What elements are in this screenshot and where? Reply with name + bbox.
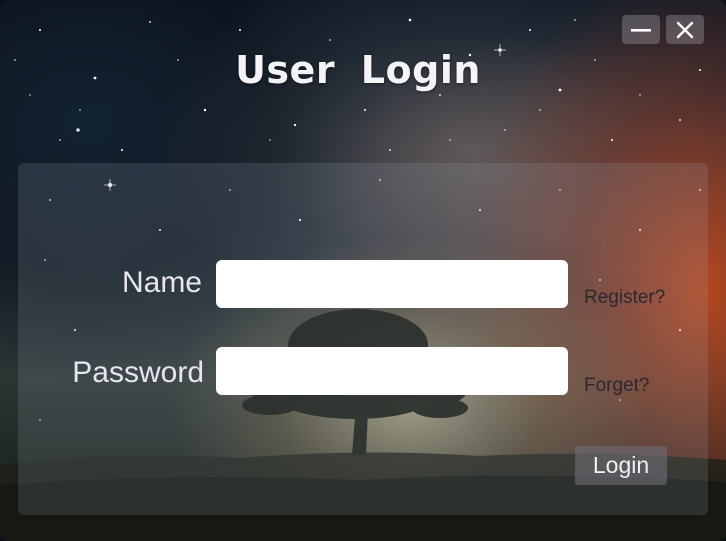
name-field[interactable] bbox=[216, 260, 568, 308]
forget-link[interactable]: Forget? bbox=[584, 375, 649, 397]
minimize-button[interactable] bbox=[622, 15, 660, 44]
password-field[interactable] bbox=[216, 347, 568, 395]
close-button[interactable] bbox=[666, 15, 704, 44]
page-title: User Login bbox=[235, 48, 481, 92]
close-icon bbox=[676, 21, 694, 38]
login-window: User Login Name Register? Password Forge… bbox=[0, 0, 726, 541]
register-link[interactable]: Register? bbox=[584, 287, 665, 309]
minimize-icon bbox=[631, 28, 651, 32]
login-button[interactable]: Login bbox=[575, 446, 667, 485]
name-label: Name bbox=[121, 266, 202, 299]
password-label: Password bbox=[72, 356, 204, 389]
